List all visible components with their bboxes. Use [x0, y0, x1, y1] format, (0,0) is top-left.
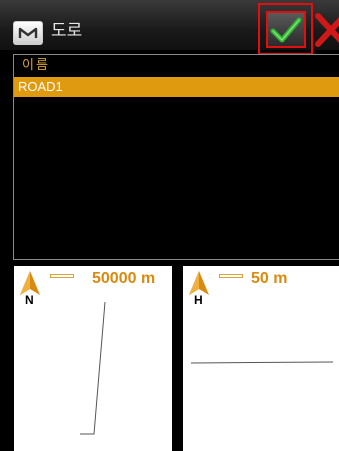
close-x-icon	[315, 13, 339, 47]
close-button[interactable]	[314, 12, 339, 48]
road-list[interactable]: 이름 ROAD1	[13, 54, 339, 260]
title-bar: 도로	[0, 0, 339, 55]
m-menu-icon	[18, 27, 38, 38]
road-preview-profile: H 50 m	[183, 266, 339, 451]
ok-button-inner[interactable]	[266, 11, 306, 48]
page-title: 도로	[51, 21, 83, 41]
menu-button[interactable]	[13, 21, 43, 45]
road-preview-plan: N 50000 m	[14, 266, 172, 451]
road-alignment-line	[80, 301, 106, 435]
road-profile-line	[190, 361, 334, 364]
list-item[interactable]: ROAD1	[14, 77, 339, 97]
checkmark-icon	[270, 17, 302, 42]
ok-button[interactable]	[258, 3, 313, 55]
list-header-name: 이름	[22, 58, 50, 73]
